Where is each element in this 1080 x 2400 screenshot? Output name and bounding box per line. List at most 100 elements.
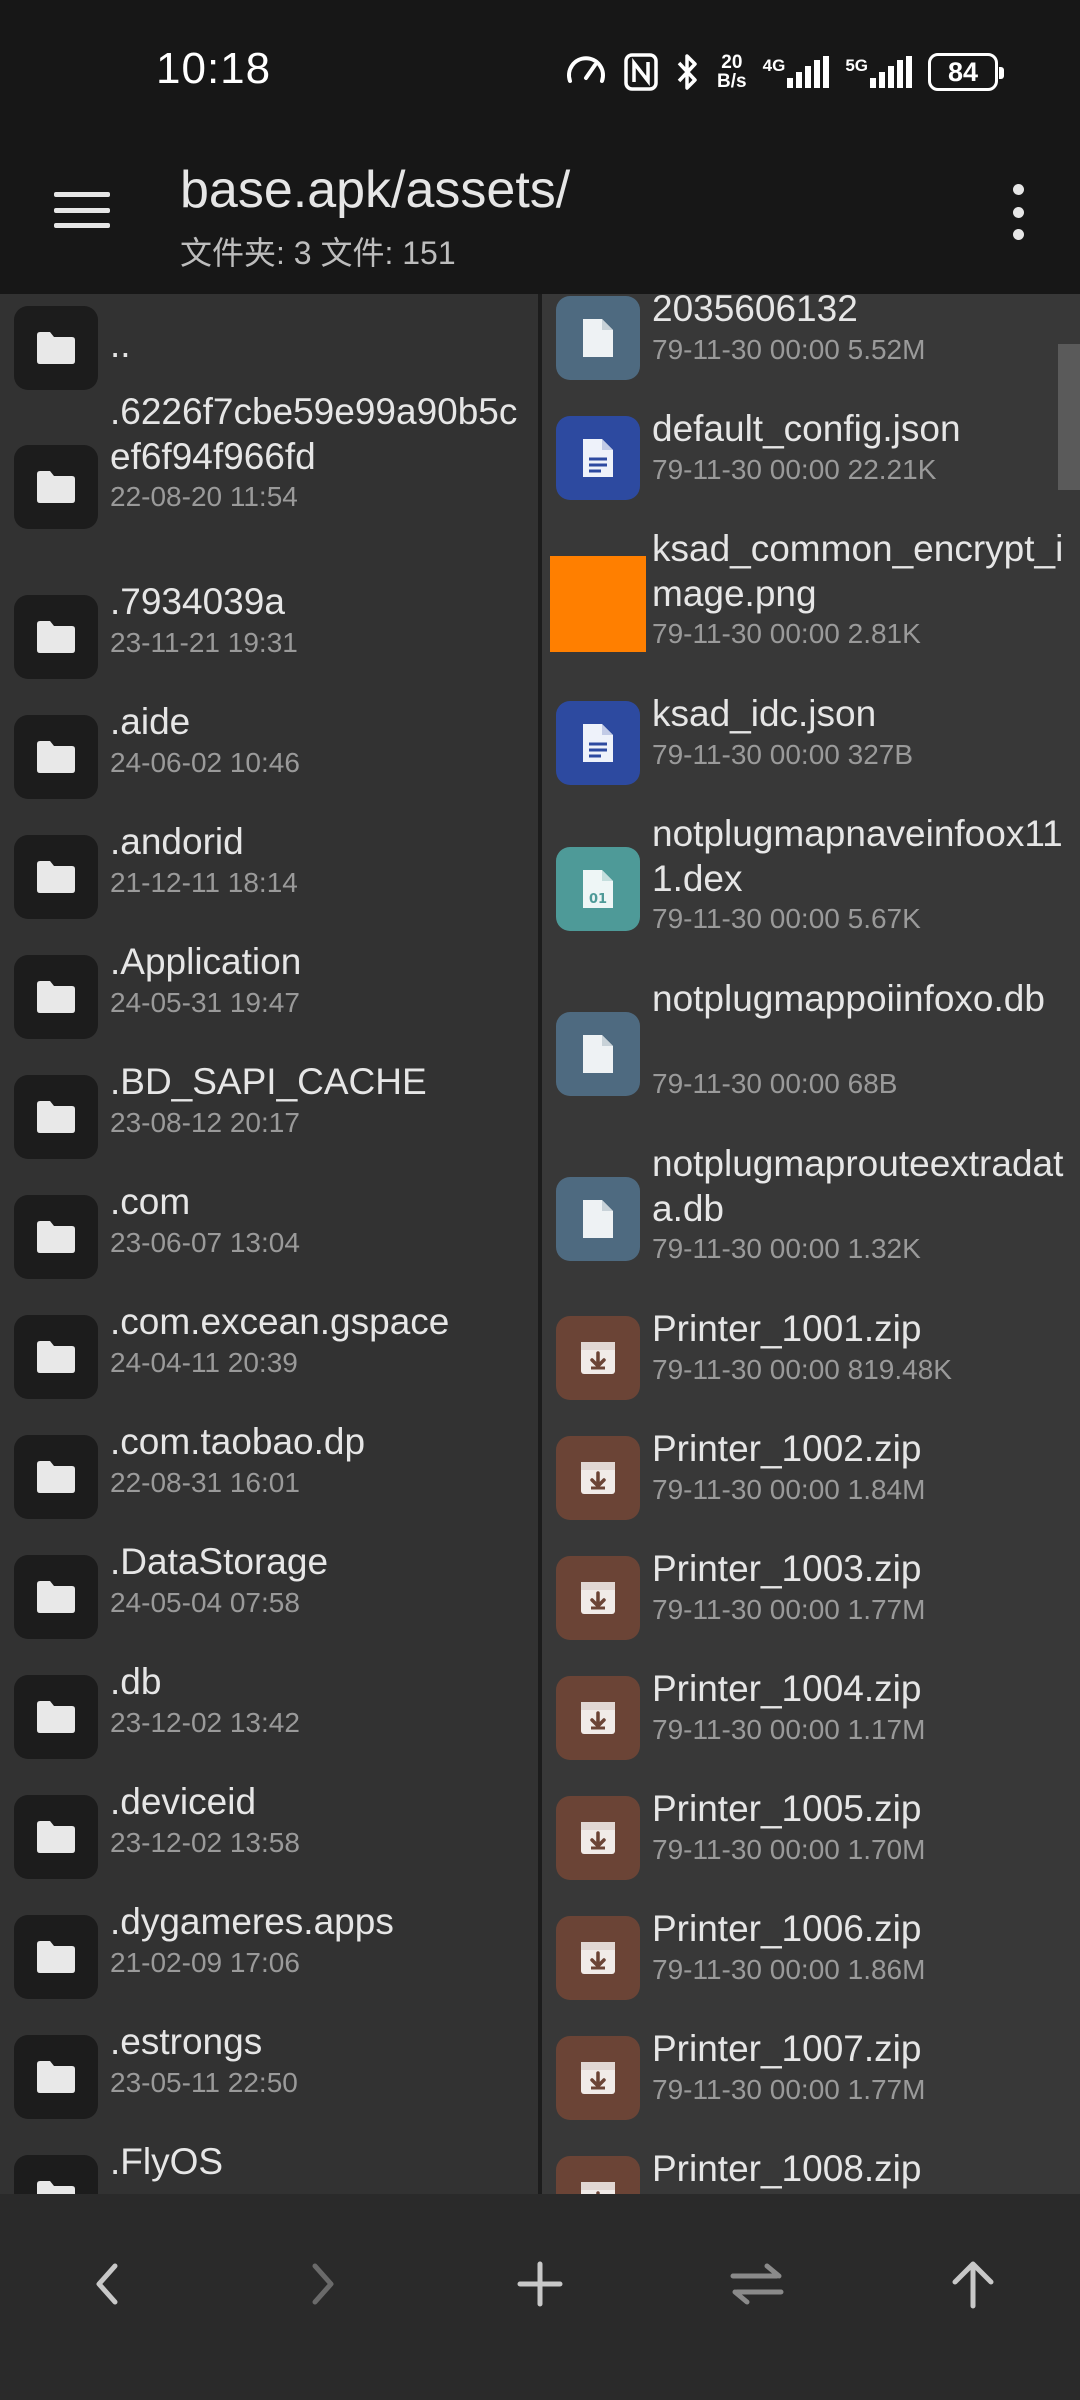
file-row[interactable]: Printer_1007.zip 79-11-30 00:00 1.77M xyxy=(542,2026,1080,2136)
archive-icon xyxy=(556,1916,640,2000)
folder-modified-date: 24-04-11 20:39 xyxy=(110,1347,298,1378)
file-date-size: 79-11-30 00:00 2.81K xyxy=(652,618,921,649)
archive-icon xyxy=(556,1556,640,1640)
path-title: base.apk/assets/ xyxy=(180,161,571,219)
folder-row[interactable]: .7934039a 23-11-21 19:31 xyxy=(0,579,538,689)
up-arrow-icon[interactable] xyxy=(923,2234,1023,2334)
folder-modified-date: 23-06-07 13:04 xyxy=(110,1227,300,1258)
folder-row[interactable]: .com.taobao.dp 22-08-31 16:01 xyxy=(0,1419,538,1529)
folder-icon xyxy=(14,1675,98,1759)
bottom-toolbar xyxy=(0,2194,1080,2400)
back-arrow-icon[interactable] xyxy=(57,2234,157,2334)
folder-icon xyxy=(14,1795,98,1879)
archive-icon xyxy=(556,1316,640,1400)
status-time: 10:18 xyxy=(156,44,272,93)
file-date-size: 79-11-30 00:00 5.52M xyxy=(652,334,926,365)
folder-icon xyxy=(14,1915,98,1999)
sim1-label: 4G xyxy=(762,56,786,75)
folder-row[interactable]: .aide 24-06-02 10:46 xyxy=(0,699,538,809)
folder-icon xyxy=(14,595,98,679)
file-row[interactable]: notplugmappoiinfoxo.db 79-11-30 00:00 68B xyxy=(542,976,1080,1136)
folder-row[interactable]: .com.excean.gspace 24-04-11 20:39 xyxy=(0,1299,538,1409)
more-options-icon[interactable] xyxy=(998,184,1038,240)
file-row[interactable]: Printer_1003.zip 79-11-30 00:00 1.77M xyxy=(542,1546,1080,1656)
file-row[interactable]: Printer_1002.zip 79-11-30 00:00 1.84M xyxy=(542,1426,1080,1536)
document-icon xyxy=(556,701,640,785)
folder-modified-date: 23-11-21 19:31 xyxy=(110,627,298,658)
file-row[interactable]: Printer_1006.zip 79-11-30 00:00 1.86M xyxy=(542,1906,1080,2016)
file-date-size: 79-11-30 00:00 1.84M xyxy=(652,1474,926,1505)
file-row[interactable]: default_config.json 79-11-30 00:00 22.21K xyxy=(542,406,1080,516)
folder-row[interactable]: .andorid 21-12-11 18:14 xyxy=(0,819,538,929)
folder-modified-date: 23-12-02 13:58 xyxy=(110,1827,300,1858)
file-row[interactable]: Printer_1004.zip 79-11-30 00:00 1.17M xyxy=(542,1666,1080,1776)
folder-row[interactable]: .BD_SAPI_CACHE 23-08-12 20:17 xyxy=(0,1059,538,1169)
folder-modified-date: 24-05-04 07:58 xyxy=(110,1587,300,1618)
right-pane[interactable]: 2035606132 79-11-30 00:00 5.52M default_co… xyxy=(542,294,1080,2194)
file-name: Printer_1004.zip xyxy=(652,1668,922,1709)
file-row[interactable]: notplugmaprouteextradata.db 79-11-30 00:0… xyxy=(542,1141,1080,1301)
folder-icon xyxy=(14,1435,98,1519)
nfc-icon xyxy=(623,52,659,92)
folder-name: .6226f7cbe59e99a90b5cef6f94f966fd xyxy=(110,391,518,477)
folder-modified-date: 23-12-02 13:42 xyxy=(110,1707,300,1738)
file-date-size: 79-11-30 00:00 68B xyxy=(652,1068,898,1099)
folder-name: .estrongs xyxy=(110,2021,263,2062)
file-name: notplugmappoiinfoxo.db xyxy=(652,978,1045,1019)
file-date-size: 79-11-30 00:00 5.67K xyxy=(652,903,921,934)
file-date-size: 79-11-30 00:00 1.70M xyxy=(652,1834,926,1865)
signal-bars-icon xyxy=(787,56,830,88)
file-name: Printer_1001.zip xyxy=(652,1308,922,1349)
file-row[interactable]: ksad_common_encrypt_image.png 79-11-30 00… xyxy=(542,526,1080,686)
bluetooth-icon xyxy=(675,52,701,92)
file-name: Printer_1007.zip xyxy=(652,2028,922,2069)
archive-icon xyxy=(556,1676,640,1760)
folder-row[interactable]: .DataStorage 24-05-04 07:58 xyxy=(0,1539,538,1649)
file-row[interactable]: 01 notplugmapnaveinfoox111.dex 79-11-30 00… xyxy=(542,811,1080,971)
folder-name: .. xyxy=(110,324,131,365)
file-name: Printer_1008.zip xyxy=(652,2148,922,2189)
plus-icon[interactable] xyxy=(490,2234,590,2334)
folder-name: .DataStorage xyxy=(110,1541,329,1582)
folder-modified-date: 24-06-02 10:46 xyxy=(110,747,300,778)
sim1-signal: 4G xyxy=(763,56,830,88)
archive-icon xyxy=(556,2036,640,2120)
file-name: Printer_1003.zip xyxy=(652,1548,922,1589)
folder-row[interactable]: .dygameres.apps 21-02-09 17:06 xyxy=(0,1899,538,2009)
file-date-size: 79-11-30 00:00 1.32K xyxy=(652,1233,921,1264)
folder-icon xyxy=(14,2035,98,2119)
file-date-size: 79-11-30 00:00 1.17M xyxy=(652,1714,926,1745)
swap-icon[interactable] xyxy=(707,2234,807,2334)
forward-arrow-icon[interactable] xyxy=(273,2234,373,2334)
file-row[interactable]: 2035606132 79-11-30 00:00 5.52M xyxy=(542,294,1080,396)
folder-row[interactable]: .deviceid 23-12-02 13:58 xyxy=(0,1779,538,1889)
folder-row[interactable]: .FlyOS xyxy=(0,2139,538,2194)
folder-row[interactable]: .db 23-12-02 13:42 xyxy=(0,1659,538,1769)
file-row[interactable]: Printer_1005.zip 79-11-30 00:00 1.70M xyxy=(542,1786,1080,1896)
folder-row[interactable]: .estrongs 23-05-11 22:50 xyxy=(0,2019,538,2129)
generic-file-icon xyxy=(556,1177,640,1261)
file-row[interactable]: ksad_idc.json 79-11-30 00:00 327B xyxy=(542,691,1080,801)
left-pane[interactable]: .. .6226f7cbe59e99a90b5cef6f94f966fd 22-08… xyxy=(0,294,538,2194)
folder-file-count: 文件夹: 3 文件: 151 xyxy=(180,235,456,271)
folder-name: .BD_SAPI_CACHE xyxy=(110,1061,427,1102)
folder-row[interactable]: .Application 24-05-31 19:47 xyxy=(0,939,538,1049)
folder-icon xyxy=(14,955,98,1039)
generic-file-icon xyxy=(556,296,640,380)
folder-modified-date: 21-02-09 17:06 xyxy=(110,1947,300,1978)
file-date-size: 79-11-30 00:00 327B xyxy=(652,739,914,770)
file-name: ksad_idc.json xyxy=(652,693,877,734)
file-row[interactable]: Printer_1001.zip 79-11-30 00:00 819.48K xyxy=(542,1306,1080,1416)
file-row[interactable]: Printer_1008.zip xyxy=(542,2146,1080,2194)
file-name: notplugmapnaveinfoox111.dex xyxy=(652,813,1063,899)
file-name: 2035606132 xyxy=(652,294,858,329)
file-name: Printer_1006.zip xyxy=(652,1908,922,1949)
folder-modified-date: 24-05-31 19:47 xyxy=(110,987,300,1018)
folder-row[interactable]: .6226f7cbe59e99a90b5cef6f94f966fd 22-08-2… xyxy=(0,389,538,529)
menu-icon[interactable] xyxy=(52,188,112,232)
folder-row[interactable]: .com 23-06-07 13:04 xyxy=(0,1179,538,1289)
image-thumbnail xyxy=(550,556,646,652)
folder-name: .db xyxy=(110,1661,162,1702)
folder-icon xyxy=(14,1315,98,1399)
status-bar: 10:18 20 B/s 4G 5G 84 xyxy=(0,0,1080,140)
